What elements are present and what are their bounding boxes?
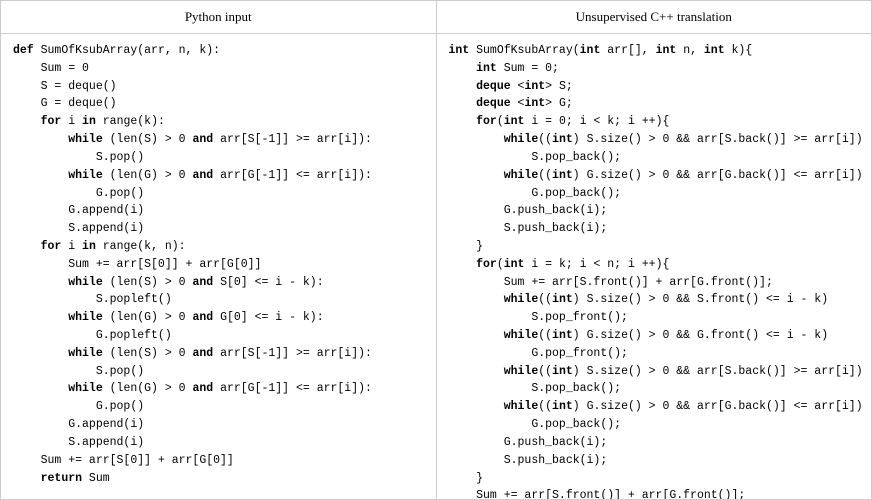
python-line: while (len(S) > 0 and arr[S[-1]] >= arr[…	[13, 345, 424, 363]
python-line: G.append(i)	[13, 202, 424, 220]
cpp-header: Unsupervised C++ translation	[437, 1, 872, 33]
header-row: Python input Unsupervised C++ translatio…	[1, 1, 871, 34]
cpp-line: deque <int> G;	[449, 95, 860, 113]
cpp-line: while((int) G.size() > 0 && arr[G.back()…	[449, 398, 860, 416]
python-line: while (len(S) > 0 and arr[S[-1]] >= arr[…	[13, 131, 424, 149]
python-code: def SumOfKsubArray(arr, n, k): Sum = 0 S…	[13, 42, 424, 487]
cpp-code: int SumOfKsubArray(int arr[], int n, int…	[449, 42, 860, 499]
python-line: Sum += arr[S[0]] + arr[G[0]]	[13, 256, 424, 274]
cpp-line: while((int) G.size() > 0 && arr[G.back()…	[449, 167, 860, 185]
cpp-line: while((int) S.size() > 0 && S.front() <=…	[449, 291, 860, 309]
cpp-line: int Sum = 0;	[449, 60, 860, 78]
cpp-line: }	[449, 470, 860, 488]
cpp-line: S.pop_front();	[449, 309, 860, 327]
python-line: S.append(i)	[13, 434, 424, 452]
python-line: S.pop()	[13, 149, 424, 167]
cpp-line: for(int i = 0; i < k; i ++){	[449, 113, 860, 131]
python-line: for i in range(k):	[13, 113, 424, 131]
python-line: S.popleft()	[13, 291, 424, 309]
cpp-line: G.pop_front();	[449, 345, 860, 363]
python-panel: def SumOfKsubArray(arr, n, k): Sum = 0 S…	[1, 34, 437, 499]
cpp-line: G.push_back(i);	[449, 434, 860, 452]
python-line: while (len(G) > 0 and arr[G[-1]] <= arr[…	[13, 380, 424, 398]
cpp-line: while((int) S.size() > 0 && arr[S.back()…	[449, 131, 860, 149]
cpp-line: G.push_back(i);	[449, 202, 860, 220]
python-line: G = deque()	[13, 95, 424, 113]
main-container: Python input Unsupervised C++ translatio…	[0, 0, 872, 500]
python-line: G.popleft()	[13, 327, 424, 345]
cpp-line: G.pop_back();	[449, 416, 860, 434]
cpp-line: }	[449, 238, 860, 256]
python-line: G.append(i)	[13, 416, 424, 434]
python-line: Sum = 0	[13, 60, 424, 78]
cpp-panel: int SumOfKsubArray(int arr[], int n, int…	[437, 34, 872, 499]
python-header: Python input	[1, 1, 437, 33]
python-line: G.pop()	[13, 398, 424, 416]
cpp-line: deque <int> S;	[449, 78, 860, 96]
content-area: def SumOfKsubArray(arr, n, k): Sum = 0 S…	[1, 34, 871, 499]
python-line: return Sum	[13, 470, 424, 488]
python-line: while (len(S) > 0 and S[0] <= i - k):	[13, 274, 424, 292]
cpp-line: Sum += arr[S.front()] + arr[G.front()];	[449, 274, 860, 292]
python-line: S = deque()	[13, 78, 424, 96]
cpp-line: while((int) G.size() > 0 && G.front() <=…	[449, 327, 860, 345]
cpp-line: for(int i = k; i < n; i ++){	[449, 256, 860, 274]
python-line: while (len(G) > 0 and G[0] <= i - k):	[13, 309, 424, 327]
python-line: Sum += arr[S[0]] + arr[G[0]]	[13, 452, 424, 470]
cpp-line: S.pop_back();	[449, 149, 860, 167]
python-line: while (len(G) > 0 and arr[G[-1]] <= arr[…	[13, 167, 424, 185]
cpp-line: Sum += arr[S.front()] + arr[G.front()];	[449, 487, 860, 499]
cpp-line: S.push_back(i);	[449, 452, 860, 470]
python-line: G.pop()	[13, 185, 424, 203]
cpp-line: int SumOfKsubArray(int arr[], int n, int…	[449, 42, 860, 60]
python-line: S.pop()	[13, 363, 424, 381]
cpp-line: while((int) S.size() > 0 && arr[S.back()…	[449, 363, 860, 381]
cpp-line: G.pop_back();	[449, 185, 860, 203]
python-line: for i in range(k, n):	[13, 238, 424, 256]
python-line: def SumOfKsubArray(arr, n, k):	[13, 42, 424, 60]
cpp-line: S.pop_back();	[449, 380, 860, 398]
python-line: S.append(i)	[13, 220, 424, 238]
cpp-line: S.push_back(i);	[449, 220, 860, 238]
